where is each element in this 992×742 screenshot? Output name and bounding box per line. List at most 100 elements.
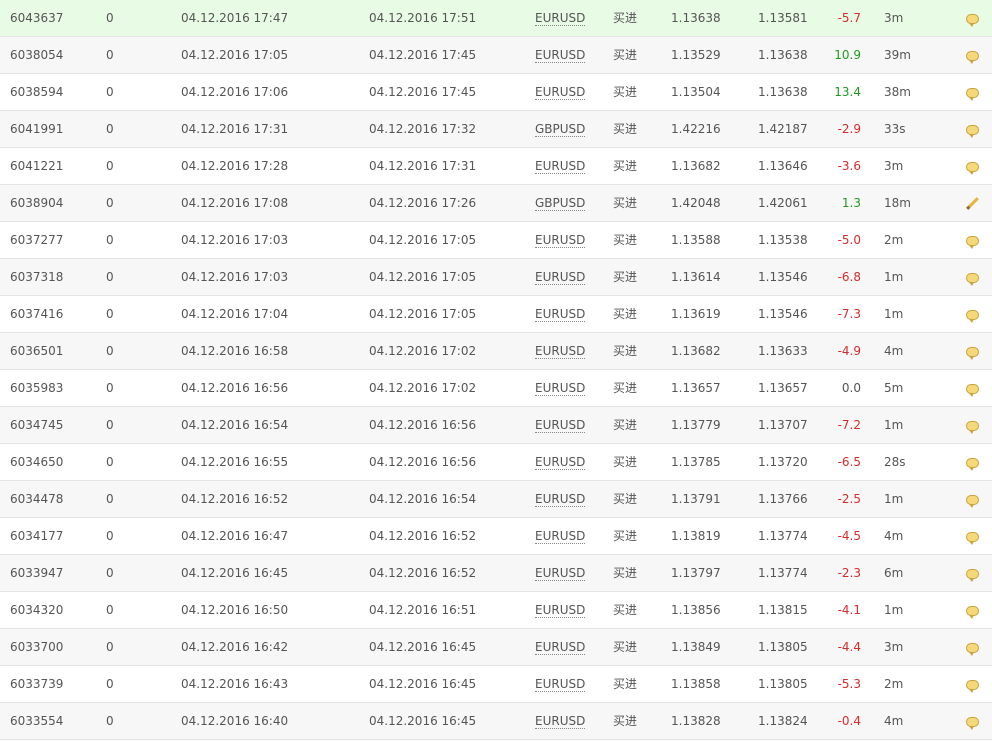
- symbol-link[interactable]: EURUSD: [535, 370, 586, 406]
- comment-icon[interactable]: [964, 555, 980, 591]
- comment-icon[interactable]: [964, 296, 980, 332]
- close-price: 1.13646: [758, 159, 808, 173]
- symbol-link[interactable]: EURUSD: [535, 407, 586, 443]
- comment-icon[interactable]: [964, 481, 980, 517]
- trade-lots: 0: [106, 85, 114, 99]
- trade-lots: 0: [106, 381, 114, 395]
- trade-duration: 4m: [884, 714, 904, 728]
- symbol-label[interactable]: EURUSD: [535, 381, 586, 396]
- trade-ticket: 6036501: [10, 344, 64, 358]
- comment-icon[interactable]: [964, 74, 980, 110]
- pips-value: 13.4: [834, 85, 861, 99]
- trade-type: 买进: [613, 714, 638, 728]
- symbol-label[interactable]: EURUSD: [535, 492, 586, 507]
- symbol-label[interactable]: EURUSD: [535, 270, 586, 285]
- pips-value: -4.9: [837, 344, 861, 358]
- comment-icon[interactable]: [964, 0, 980, 36]
- symbol-link[interactable]: EURUSD: [535, 481, 586, 517]
- pips-value: -7.3: [837, 307, 861, 321]
- close-time: 04.12.2016 17:26: [369, 196, 477, 210]
- comment-icon[interactable]: [964, 629, 980, 665]
- pips-value: 10.9: [834, 48, 861, 62]
- symbol-link[interactable]: EURUSD: [535, 148, 586, 184]
- symbol-link[interactable]: GBPUSD: [535, 185, 586, 221]
- open-price: 1.13791: [671, 492, 721, 506]
- trade-type: 买进: [613, 603, 638, 617]
- trade-ticket: 6037277: [10, 233, 64, 247]
- symbol-label[interactable]: EURUSD: [535, 418, 586, 433]
- pips-value: -6.8: [837, 270, 861, 284]
- comment-icon[interactable]: [964, 592, 980, 628]
- symbol-label[interactable]: EURUSD: [535, 714, 586, 729]
- symbol-label[interactable]: EURUSD: [535, 344, 586, 359]
- symbol-label[interactable]: EURUSD: [535, 603, 586, 618]
- comment-icon[interactable]: [964, 444, 980, 480]
- symbol-label[interactable]: GBPUSD: [535, 196, 586, 211]
- trade-lots: 0: [106, 122, 114, 136]
- comment-icon[interactable]: [964, 703, 980, 739]
- close-time: 04.12.2016 16:45: [369, 677, 477, 691]
- symbol-link[interactable]: EURUSD: [535, 333, 586, 369]
- comment-icon[interactable]: [964, 222, 980, 258]
- trade-ticket: 6033554: [10, 714, 64, 728]
- symbol-link[interactable]: EURUSD: [535, 296, 586, 332]
- symbol-label[interactable]: EURUSD: [535, 11, 586, 26]
- trade-type: 买进: [613, 492, 638, 506]
- comment-icon[interactable]: [964, 370, 980, 406]
- trade-lots: 0: [106, 492, 114, 506]
- symbol-link[interactable]: EURUSD: [535, 74, 586, 110]
- symbol-label[interactable]: EURUSD: [535, 677, 586, 692]
- symbol-link[interactable]: EURUSD: [535, 666, 586, 702]
- pips-value: -2.5: [837, 492, 861, 506]
- symbol-link[interactable]: GBPUSD: [535, 111, 586, 147]
- trade-lots: 0: [106, 307, 114, 321]
- edit-icon[interactable]: [964, 185, 980, 221]
- pips-value: -6.5: [837, 455, 861, 469]
- close-time: 04.12.2016 17:05: [369, 233, 477, 247]
- trade-duration: 4m: [884, 529, 904, 543]
- symbol-link[interactable]: EURUSD: [535, 592, 586, 628]
- table-row: 6033739 0 04.12.2016 16:43 04.12.2016 16:45…: [0, 666, 992, 703]
- symbol-link[interactable]: EURUSD: [535, 555, 586, 591]
- symbol-link[interactable]: EURUSD: [535, 37, 586, 73]
- trade-ticket: 6037416: [10, 307, 64, 321]
- symbol-link[interactable]: EURUSD: [535, 259, 586, 295]
- symbol-label[interactable]: EURUSD: [535, 640, 586, 655]
- symbol-label[interactable]: EURUSD: [535, 85, 586, 100]
- symbol-label[interactable]: EURUSD: [535, 159, 586, 174]
- trade-duration: 2m: [884, 677, 904, 691]
- open-time: 04.12.2016 17:08: [181, 196, 289, 210]
- open-price: 1.13819: [671, 529, 721, 543]
- open-price: 1.13849: [671, 640, 721, 654]
- trade-ticket: 6033947: [10, 566, 64, 580]
- symbol-label[interactable]: GBPUSD: [535, 122, 586, 137]
- comment-icon[interactable]: [964, 37, 980, 73]
- comment-icon[interactable]: [964, 407, 980, 443]
- open-time: 04.12.2016 16:56: [181, 381, 289, 395]
- symbol-link[interactable]: EURUSD: [535, 629, 586, 665]
- symbol-label[interactable]: EURUSD: [535, 566, 586, 581]
- comment-icon[interactable]: [964, 148, 980, 184]
- symbol-link[interactable]: EURUSD: [535, 222, 586, 258]
- comment-icon[interactable]: [964, 666, 980, 702]
- comment-icon[interactable]: [964, 111, 980, 147]
- symbol-link[interactable]: EURUSD: [535, 444, 586, 480]
- symbol-label[interactable]: EURUSD: [535, 233, 586, 248]
- comment-icon[interactable]: [964, 518, 980, 554]
- symbol-label[interactable]: EURUSD: [535, 529, 586, 544]
- symbol-label[interactable]: EURUSD: [535, 48, 586, 63]
- comment-icon[interactable]: [964, 333, 980, 369]
- close-price: 1.13805: [758, 677, 808, 691]
- symbol-label[interactable]: EURUSD: [535, 455, 586, 470]
- close-price: 1.13774: [758, 529, 808, 543]
- symbol-link[interactable]: EURUSD: [535, 518, 586, 554]
- trade-lots: 0: [106, 677, 114, 691]
- open-price: 1.13588: [671, 233, 721, 247]
- symbol-link[interactable]: EURUSD: [535, 0, 586, 36]
- symbol-link[interactable]: EURUSD: [535, 703, 586, 739]
- table-row: 6033554 0 04.12.2016 16:40 04.12.2016 16:45…: [0, 703, 992, 740]
- table-row: 6041221 0 04.12.2016 17:28 04.12.2016 17:31…: [0, 148, 992, 185]
- comment-icon[interactable]: [964, 259, 980, 295]
- symbol-label[interactable]: EURUSD: [535, 307, 586, 322]
- trade-lots: 0: [106, 270, 114, 284]
